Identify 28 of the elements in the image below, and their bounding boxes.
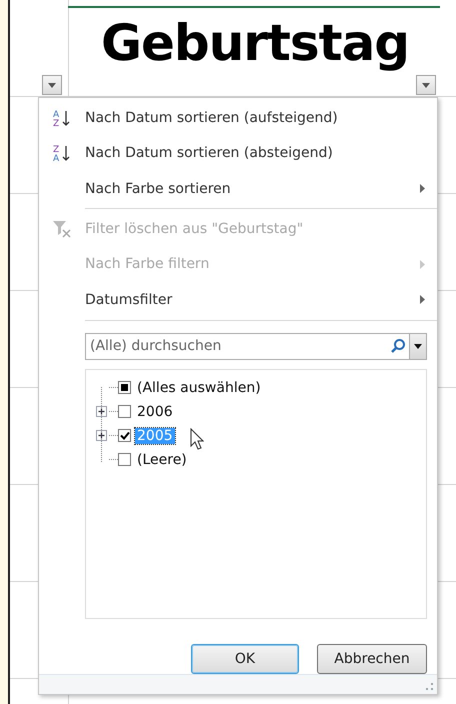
menu-item[interactable]: Nach Farbe sortieren [39,170,437,206]
search-field[interactable]: (Alle) durchsuchen [85,332,427,360]
list-item-label[interactable]: (Alles auswählen) [135,380,263,396]
search-icon [390,338,406,354]
caret-icon [48,82,56,88]
column-header-text: Geburtstag [100,14,410,72]
checkbox[interactable] [118,453,131,466]
cancel-button[interactable]: Abbrechen [317,644,427,674]
menu-item[interactable]: A Z Nach Datum sortieren (aufsteigend) [39,100,437,136]
checkbox[interactable] [118,405,131,418]
mouse-pointer-icon [190,428,204,450]
expand-icon[interactable] [96,406,107,418]
checkbox[interactable] [118,381,131,394]
filter-dropdown-button[interactable] [42,75,62,95]
list-item-label[interactable]: 2006 [135,404,175,420]
caret-icon [414,344,422,349]
clear-filter-icon [52,220,72,238]
list-item-label[interactable]: (Leere) [135,452,189,468]
caret-icon [422,82,430,88]
ok-button[interactable]: OK [191,644,299,674]
resize-grip-icon[interactable] [426,683,434,691]
dropdown-button[interactable] [409,334,426,359]
filter-dropdown-button[interactable] [416,75,436,95]
menu-item[interactable]: Z A Nach Datum sortieren (absteigend) [39,135,437,171]
expand-icon[interactable] [96,430,107,442]
search-input[interactable]: (Alle) durchsuchen [86,338,390,354]
menu-item[interactable]: Datumsfilter [39,282,437,318]
checkbox[interactable] [118,429,131,442]
